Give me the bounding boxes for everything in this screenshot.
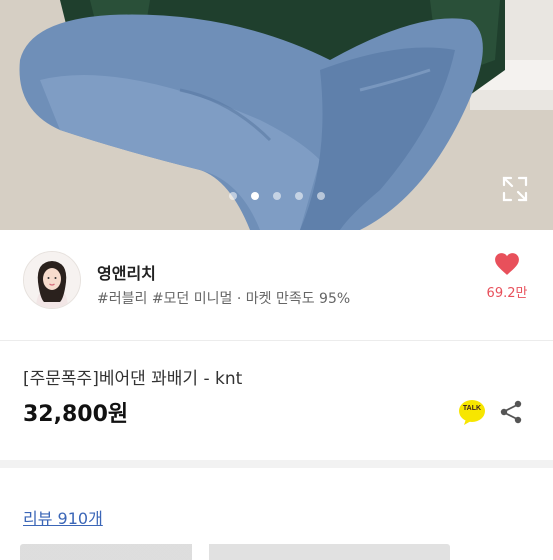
product-price: 32,800원 — [23, 402, 129, 427]
cropped-description — [20, 540, 450, 560]
seller-name[interactable]: 영앤리치 — [97, 260, 156, 284]
kakaotalk-button[interactable]: TALK — [458, 398, 486, 426]
carousel-dot[interactable] — [228, 192, 237, 200]
carousel-dot[interactable] — [294, 192, 303, 200]
seller-section: 영앤리치 #러블리 #모던 미니멀 · 마켓 만족도 95% 69.2만 — [0, 230, 553, 341]
seller-tags: #러블리 #모던 미니멀 · 마켓 만족도 95% — [97, 291, 351, 307]
carousel-dot-active[interactable] — [250, 192, 259, 200]
expand-icon[interactable] — [501, 175, 529, 203]
carousel-dot[interactable] — [272, 192, 281, 200]
share-icon — [500, 400, 522, 424]
reviews-link[interactable]: 리뷰 910개 — [23, 505, 103, 529]
seller-avatar[interactable] — [23, 251, 81, 309]
carousel-dot[interactable] — [316, 192, 325, 200]
kakaotalk-label: TALK — [462, 405, 482, 412]
kakaotalk-icon — [459, 400, 485, 425]
share-button[interactable] — [498, 399, 524, 425]
product-info: [주문폭주]베어댄 꽈배기 - knt 32,800원 TALK — [0, 341, 553, 468]
like-button[interactable]: 69.2만 — [483, 252, 531, 301]
product-title: [주문폭주]베어댄 꽈배기 - knt — [23, 369, 243, 389]
product-image-carousel[interactable] — [0, 0, 553, 230]
heart-icon — [495, 253, 519, 275]
carousel-indicator — [0, 192, 553, 200]
like-count: 69.2만 — [486, 286, 528, 301]
